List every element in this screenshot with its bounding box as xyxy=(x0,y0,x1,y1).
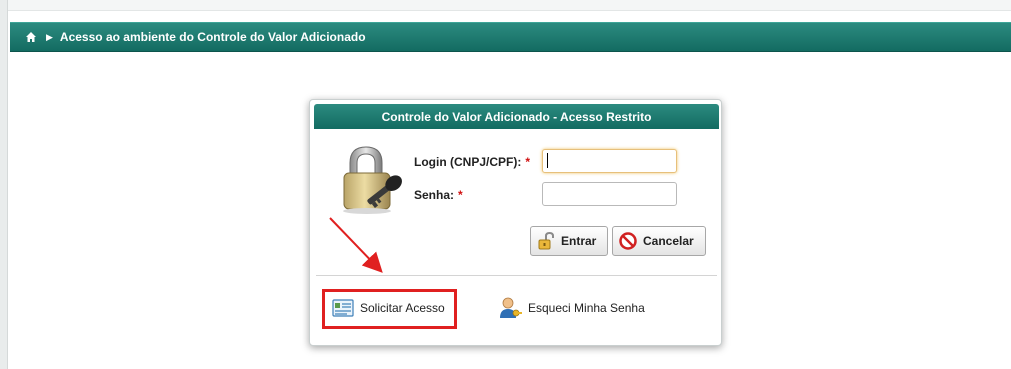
chevron-right-icon: ▶ xyxy=(46,31,53,42)
user-key-icon xyxy=(500,297,522,318)
login-label: Login (CNPJ/CPF): * xyxy=(414,155,530,169)
left-rail xyxy=(0,0,8,369)
login-input[interactable] xyxy=(542,149,677,173)
enter-button-label: Entrar xyxy=(561,234,597,248)
login-required-mark: * xyxy=(525,155,530,169)
lock-key-icon xyxy=(343,146,402,214)
password-input[interactable] xyxy=(542,182,677,206)
cancel-button[interactable]: Cancelar xyxy=(612,226,706,256)
forgot-password-label: Esqueci Minha Senha xyxy=(528,301,645,315)
dialog-title: Controle do Valor Adicionado - Acesso Re… xyxy=(314,104,719,129)
text-caret xyxy=(547,153,548,168)
home-icon[interactable] xyxy=(24,30,38,44)
enter-button[interactable]: Entrar xyxy=(530,226,608,256)
cancel-icon xyxy=(619,232,637,250)
divider xyxy=(316,275,717,276)
unlock-icon xyxy=(538,232,554,250)
breadcrumb-text: Acesso ao ambiente do Controle do Valor … xyxy=(59,30,366,44)
annotation-highlight-box xyxy=(322,289,457,329)
forgot-password-link[interactable]: Esqueci Minha Senha xyxy=(498,297,645,319)
password-label: Senha: * xyxy=(414,188,463,202)
cancel-button-label: Cancelar xyxy=(643,234,694,248)
password-required-mark: * xyxy=(458,188,463,202)
breadcrumb: ▶ Acesso ao ambiente do Controle do Valo… xyxy=(10,22,1011,52)
top-strip xyxy=(8,0,1011,11)
